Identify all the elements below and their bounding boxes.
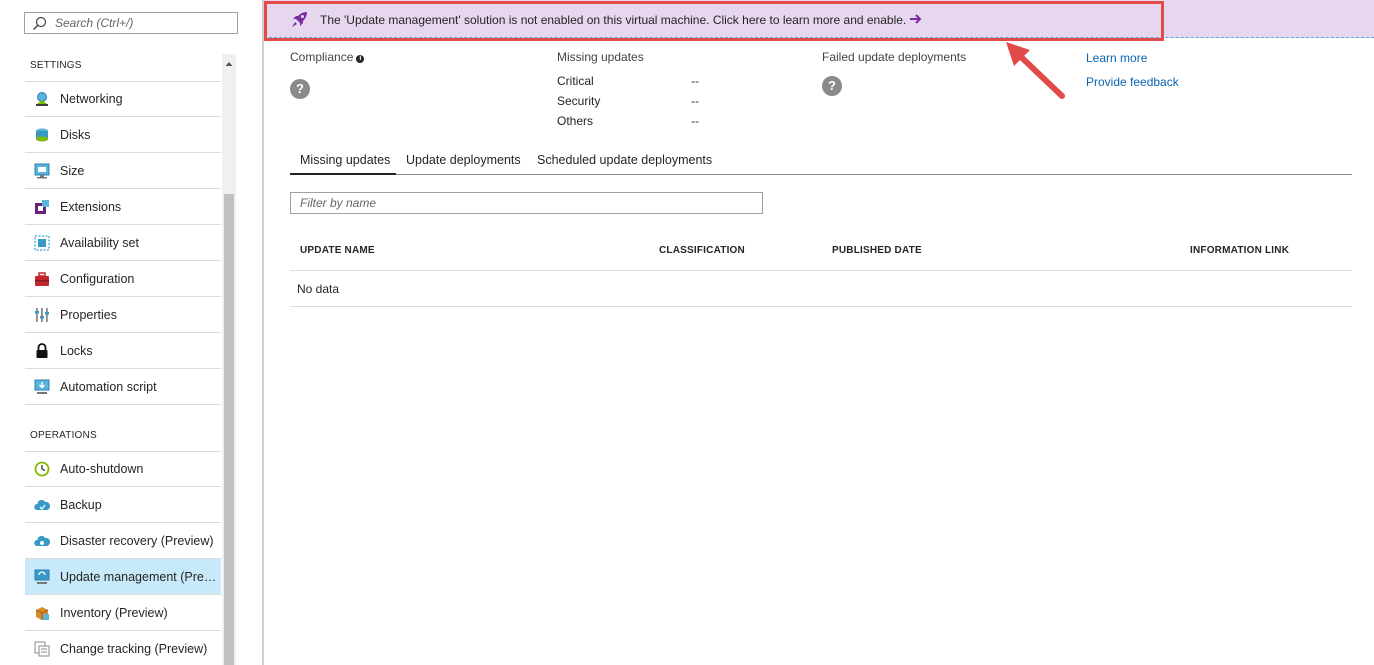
sidebar-item-label: Inventory (Preview)	[60, 605, 168, 620]
provide-feedback-link[interactable]: Provide feedback	[1086, 75, 1179, 89]
sidebar-item-label: Properties	[60, 307, 117, 322]
sidebar-item-update-management[interactable]: Update management (Preview)	[25, 559, 221, 595]
tab-scheduled-update-deployments[interactable]: Scheduled update deployments	[537, 150, 712, 175]
disaster-recovery-icon	[34, 535, 50, 546]
update-management-icon	[34, 569, 50, 584]
no-data-text: No data	[297, 282, 340, 296]
sidebar-item-label: Configuration	[60, 271, 135, 286]
settings-section-header: SETTINGS	[30, 60, 82, 71]
column-update-name[interactable]: UPDATE NAME	[300, 245, 375, 256]
compliance-label: Compliance i	[290, 50, 365, 64]
sidebar-item-label: Auto-shutdown	[60, 462, 144, 476]
size-icon	[34, 163, 50, 178]
table-header: UPDATE NAME CLASSIFICATION PUBLISHED DAT…	[290, 233, 1352, 271]
search-box[interactable]	[24, 12, 238, 34]
sidebar-item-label: Automation script	[60, 379, 157, 394]
sidebar-item-disks[interactable]: Disks	[25, 117, 221, 153]
disks-icon	[36, 128, 48, 141]
sidebar-item-automation-script[interactable]: Automation script	[25, 369, 221, 405]
sidebar-item-label: Networking	[60, 92, 123, 106]
lock-icon	[36, 342, 48, 358]
sidebar-divider	[262, 0, 264, 665]
annotation-arrow-icon	[1006, 42, 1065, 99]
tab-update-deployments[interactable]: Update deployments	[406, 150, 521, 175]
compliance-label-text: Compliance	[290, 50, 354, 64]
missing-others-label: Others	[557, 114, 594, 128]
missing-security-label: Security	[557, 94, 601, 108]
search-icon	[33, 16, 47, 30]
column-information-link[interactable]: INFORMATION LINK	[1190, 245, 1289, 256]
sidebar-item-auto-shutdown[interactable]: Auto-shutdown	[25, 451, 221, 487]
sidebar-item-availability-set[interactable]: Availability set	[25, 225, 221, 261]
change-tracking-icon	[34, 641, 50, 656]
column-classification[interactable]: CLASSIFICATION	[659, 245, 745, 256]
sidebar-scrollbar[interactable]	[222, 54, 236, 665]
enable-solution-banner[interactable]: The 'Update management' solution is not …	[264, 0, 1374, 38]
properties-icon	[35, 307, 49, 322]
sidebar-item-configuration[interactable]: Configuration	[25, 261, 221, 297]
sidebar-item-inventory[interactable]: Inventory (Preview)	[25, 595, 221, 631]
arrow-right-icon	[910, 14, 922, 24]
sidebar-item-label: Locks	[60, 343, 93, 358]
compliance-unknown-icon: ?	[290, 79, 310, 99]
sidebar-item-change-tracking[interactable]: Change tracking (Preview)	[25, 631, 221, 665]
automation-script-icon	[34, 379, 50, 394]
sidebar-item-label: Change tracking (Preview)	[60, 641, 208, 656]
tab-missing-updates[interactable]: Missing updates	[290, 150, 396, 175]
configuration-icon	[35, 271, 49, 286]
missing-others-value: --	[691, 114, 699, 128]
sidebar: SETTINGS Networking Disks Size	[0, 0, 262, 665]
sidebar-item-label: Disaster recovery (Preview)	[60, 533, 214, 548]
sidebar-item-label: Disks	[60, 127, 91, 142]
sidebar-item-extensions[interactable]: Extensions	[25, 189, 221, 225]
banner-message: The 'Update management' solution is not …	[320, 13, 907, 27]
info-icon[interactable]: i	[356, 55, 365, 63]
sidebar-item-label: Update management (Preview)	[60, 569, 220, 584]
availability-set-icon	[34, 234, 50, 251]
search-input[interactable]	[55, 15, 233, 31]
missing-critical-value: --	[691, 74, 699, 88]
failed-deployments-label: Failed update deployments	[822, 50, 967, 64]
tab-bar: Missing updates Update deployments Sched…	[290, 150, 1352, 175]
backup-cloud-icon	[34, 499, 50, 510]
sidebar-item-locks[interactable]: Locks	[25, 333, 221, 369]
extensions-icon	[35, 199, 49, 214]
table-row: No data	[290, 271, 1352, 307]
clock-icon	[34, 461, 50, 477]
networking-icon	[36, 92, 48, 106]
missing-updates-label: Missing updates	[557, 50, 644, 64]
sidebar-item-label: Extensions	[60, 199, 122, 214]
sidebar-item-properties[interactable]: Properties	[25, 297, 221, 333]
missing-security-value: --	[691, 94, 699, 108]
sidebar-item-label: Backup	[60, 497, 102, 512]
column-published-date[interactable]: PUBLISHED DATE	[832, 245, 922, 256]
sidebar-item-backup[interactable]: Backup	[25, 487, 221, 523]
inventory-icon	[35, 606, 49, 620]
sidebar-item-label: Availability set	[60, 235, 139, 250]
sidebar-item-networking[interactable]: Networking	[25, 81, 221, 117]
failed-unknown-icon: ?	[822, 76, 842, 96]
rocket-icon	[292, 12, 307, 27]
filter-by-name-input[interactable]	[290, 192, 763, 214]
scrollbar-thumb[interactable]	[224, 194, 234, 665]
scroll-up-arrow-icon[interactable]	[222, 56, 236, 72]
learn-more-link[interactable]: Learn more	[1086, 51, 1147, 65]
operations-section-header: OPERATIONS	[30, 430, 97, 441]
sidebar-item-size[interactable]: Size	[25, 153, 221, 189]
sidebar-item-disaster-recovery[interactable]: Disaster recovery (Preview)	[25, 523, 221, 559]
sidebar-item-label: Size	[60, 163, 85, 178]
missing-critical-label: Critical	[557, 74, 594, 88]
